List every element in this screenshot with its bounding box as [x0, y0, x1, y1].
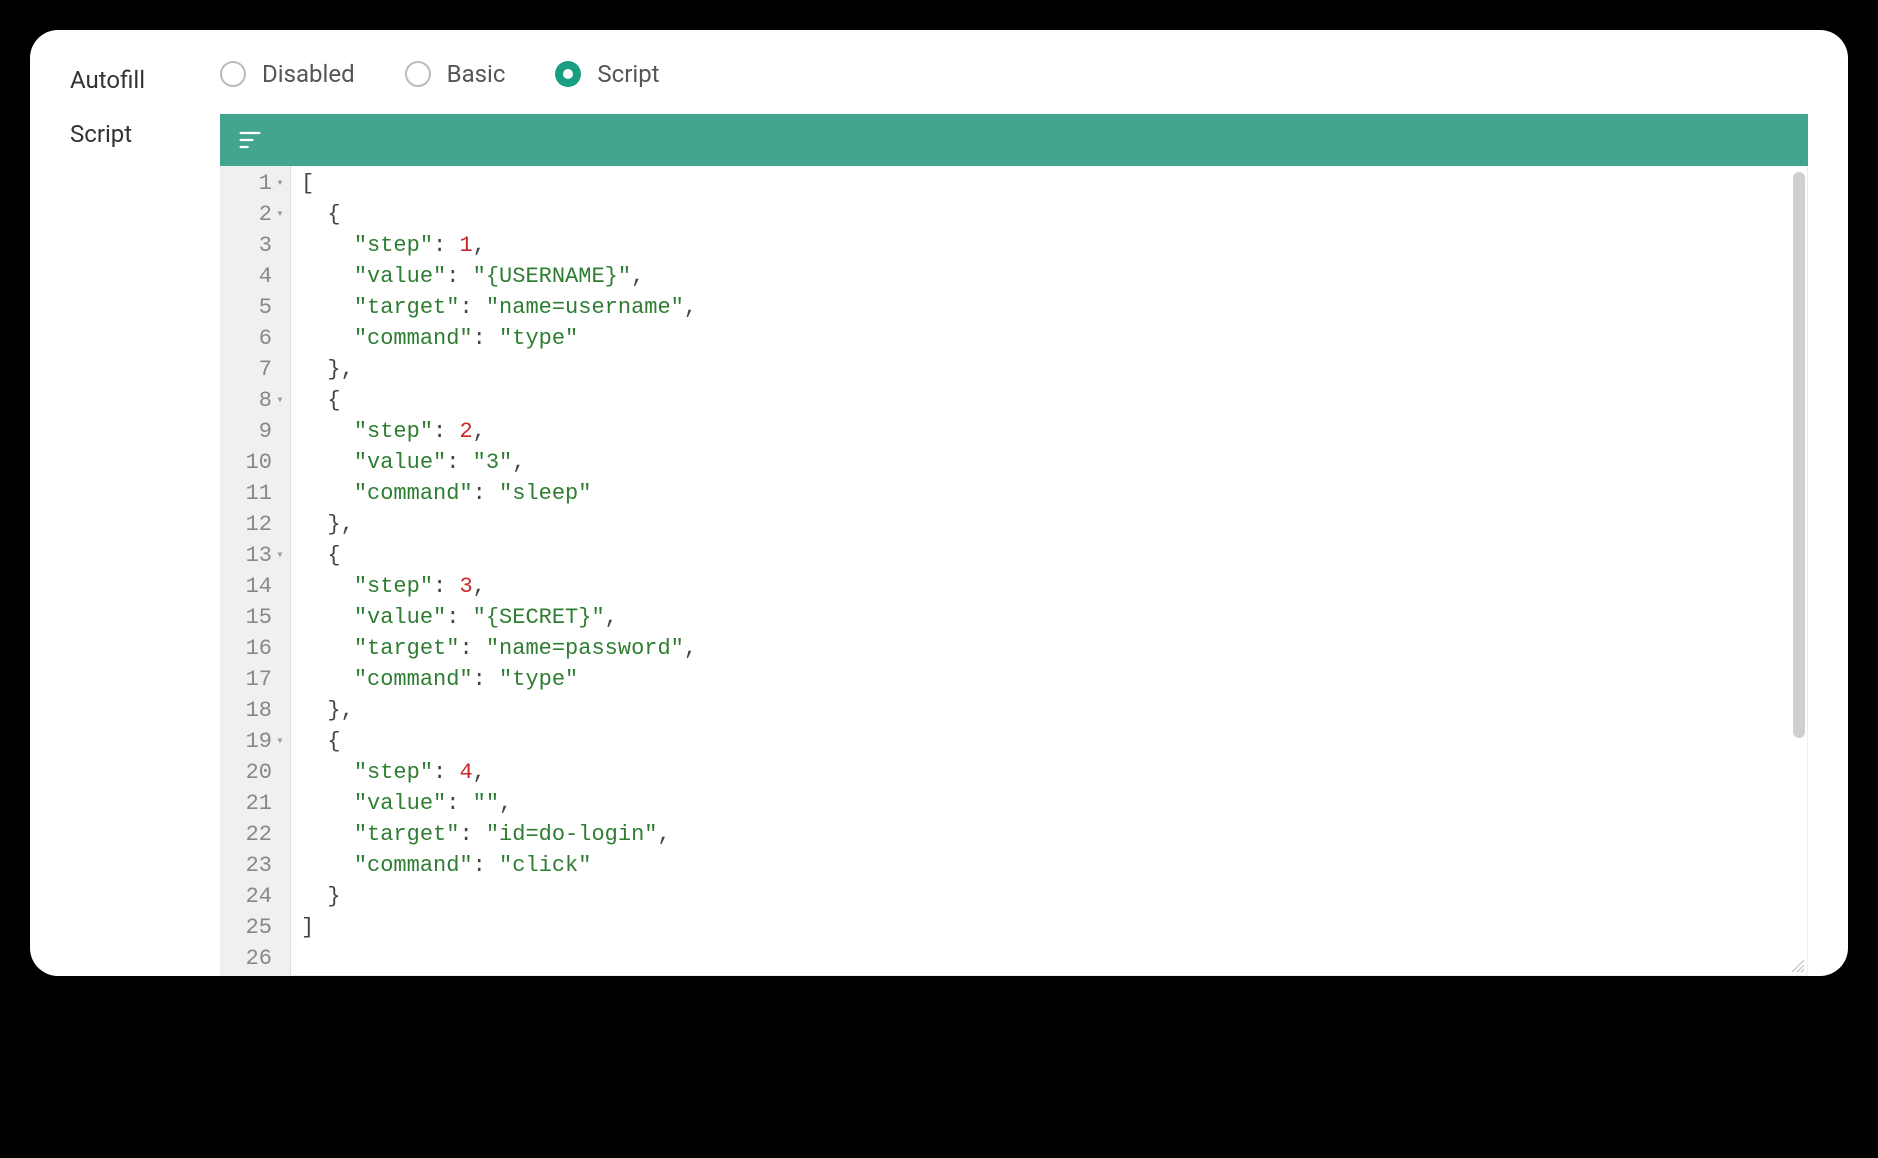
code-line[interactable]: { [301, 385, 1807, 416]
gutter-line: 10 [221, 447, 290, 478]
format-icon[interactable] [236, 126, 264, 154]
fold-icon[interactable]: ▾ [274, 199, 286, 230]
code-line[interactable]: "value": "", [301, 788, 1807, 819]
gutter-line: 1▾ [221, 168, 290, 199]
code-line[interactable]: "target": "name=password", [301, 633, 1807, 664]
code-line[interactable]: "command": "type" [301, 664, 1807, 695]
code-line[interactable]: "command": "type" [301, 323, 1807, 354]
code-line[interactable]: "command": "click" [301, 850, 1807, 881]
gutter-line: 2▾ [221, 199, 290, 230]
gutter-line: 6 [221, 323, 290, 354]
gutter-line: 12 [221, 509, 290, 540]
editor-body[interactable]: 1▾2▾345678▾910111213▾141516171819▾202122… [220, 166, 1808, 976]
fold-icon[interactable]: ▾ [274, 540, 286, 571]
code-line[interactable]: "target": "id=do-login", [301, 819, 1807, 850]
radio-icon [555, 61, 581, 87]
gutter-line: 13▾ [221, 540, 290, 571]
code-line[interactable]: "value": "3", [301, 447, 1807, 478]
gutter-line: 4 [221, 261, 290, 292]
autofill-row: Autofill Disabled Basic Script [70, 60, 1808, 94]
gutter-line: 9 [221, 416, 290, 447]
fold-icon[interactable]: ▾ [274, 726, 286, 757]
script-row: Script 1▾2▾345678▾910111213▾141516171819… [70, 114, 1808, 976]
radio-disabled-label: Disabled [262, 60, 355, 88]
code-line[interactable]: "step": 2, [301, 416, 1807, 447]
editor-toolbar [220, 114, 1808, 166]
gutter-line: 14 [221, 571, 290, 602]
editor-gutter: 1▾2▾345678▾910111213▾141516171819▾202122… [221, 166, 291, 975]
code-line[interactable]: "value": "{SECRET}", [301, 602, 1807, 633]
gutter-line: 8▾ [221, 385, 290, 416]
script-editor: 1▾2▾345678▾910111213▾141516171819▾202122… [220, 114, 1808, 976]
gutter-line: 18 [221, 695, 290, 726]
resize-grip-icon[interactable] [1789, 957, 1805, 973]
code-line[interactable]: "step": 3, [301, 571, 1807, 602]
gutter-line: 22 [221, 819, 290, 850]
autofill-label: Autofill [70, 60, 220, 94]
code-line[interactable]: { [301, 540, 1807, 571]
gutter-line: 5 [221, 292, 290, 323]
code-line[interactable]: }, [301, 354, 1807, 385]
gutter-line: 17 [221, 664, 290, 695]
gutter-line: 7 [221, 354, 290, 385]
script-label: Script [70, 114, 220, 148]
radio-basic-label: Basic [447, 60, 506, 88]
fold-icon[interactable]: ▾ [274, 385, 286, 416]
code-line[interactable] [301, 943, 1807, 974]
code-line[interactable]: [ [301, 168, 1807, 199]
gutter-line: 24 [221, 881, 290, 912]
gutter-line: 16 [221, 633, 290, 664]
autofill-radio-group: Disabled Basic Script [220, 60, 660, 88]
editor-scrollbar[interactable] [1793, 172, 1805, 738]
gutter-line: 23 [221, 850, 290, 881]
code-line[interactable]: "value": "{USERNAME}", [301, 261, 1807, 292]
gutter-line: 20 [221, 757, 290, 788]
gutter-line: 3 [221, 230, 290, 261]
radio-basic[interactable]: Basic [405, 60, 506, 88]
radio-script[interactable]: Script [555, 60, 659, 88]
radio-disabled[interactable]: Disabled [220, 60, 355, 88]
code-line[interactable]: ] [301, 912, 1807, 943]
code-line[interactable]: "command": "sleep" [301, 478, 1807, 509]
gutter-line: 19▾ [221, 726, 290, 757]
code-line[interactable]: "step": 1, [301, 230, 1807, 261]
gutter-line: 15 [221, 602, 290, 633]
settings-card: Autofill Disabled Basic Script Script [30, 30, 1848, 976]
gutter-line: 21 [221, 788, 290, 819]
code-line[interactable]: { [301, 199, 1807, 230]
radio-icon [220, 61, 246, 87]
fold-icon[interactable]: ▾ [274, 168, 286, 199]
gutter-line: 26 [221, 943, 290, 974]
radio-script-label: Script [597, 60, 659, 88]
code-line[interactable]: "target": "name=username", [301, 292, 1807, 323]
code-line[interactable]: { [301, 726, 1807, 757]
gutter-line: 11 [221, 478, 290, 509]
gutter-line: 25 [221, 912, 290, 943]
code-line[interactable]: }, [301, 695, 1807, 726]
code-line[interactable]: "step": 4, [301, 757, 1807, 788]
editor-code[interactable]: [ { "step": 1, "value": "{USERNAME}", "t… [291, 166, 1807, 975]
code-line[interactable]: }, [301, 509, 1807, 540]
code-line[interactable]: } [301, 881, 1807, 912]
radio-icon [405, 61, 431, 87]
